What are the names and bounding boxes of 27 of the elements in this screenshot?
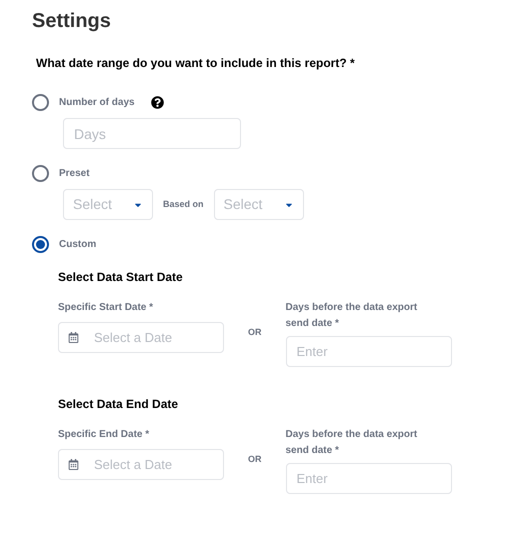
page-title: Settings xyxy=(32,9,112,34)
radio-button[interactable] xyxy=(32,236,49,252)
option-label: Number of days xyxy=(59,96,135,110)
based-on-label: Based on xyxy=(163,198,204,211)
field-label: Specific End Date * xyxy=(58,428,150,442)
date-field[interactable]: Select a Date xyxy=(58,449,224,480)
date-field[interactable]: Select a Date xyxy=(58,322,224,353)
radio-button[interactable] xyxy=(32,164,49,182)
section-heading: Select Data End Date xyxy=(58,396,180,413)
field-label: Days before the data export send date * xyxy=(286,428,418,458)
days-field[interactable]: Days xyxy=(63,118,241,149)
or-label: OR xyxy=(248,326,262,339)
question-text: What date range do you want to include in this report? * xyxy=(36,55,356,72)
days-field[interactable]: Enter xyxy=(286,336,452,367)
radio-button[interactable] xyxy=(32,94,49,110)
or-label: OR xyxy=(248,453,262,466)
calendar-icon xyxy=(68,459,79,470)
section-heading: Select Data Start Date xyxy=(58,269,184,286)
field-label: Specific Start Date * xyxy=(58,301,154,315)
select-dropdown[interactable]: Select xyxy=(63,189,153,220)
days-field[interactable]: Enter xyxy=(286,463,452,494)
calendar-icon xyxy=(68,332,79,343)
option-label: Custom xyxy=(59,238,96,252)
help-icon xyxy=(150,96,164,108)
field-label: Days before the data export send date * xyxy=(286,301,418,331)
select-dropdown[interactable]: Select xyxy=(214,189,304,220)
option-label: Preset xyxy=(59,166,90,180)
